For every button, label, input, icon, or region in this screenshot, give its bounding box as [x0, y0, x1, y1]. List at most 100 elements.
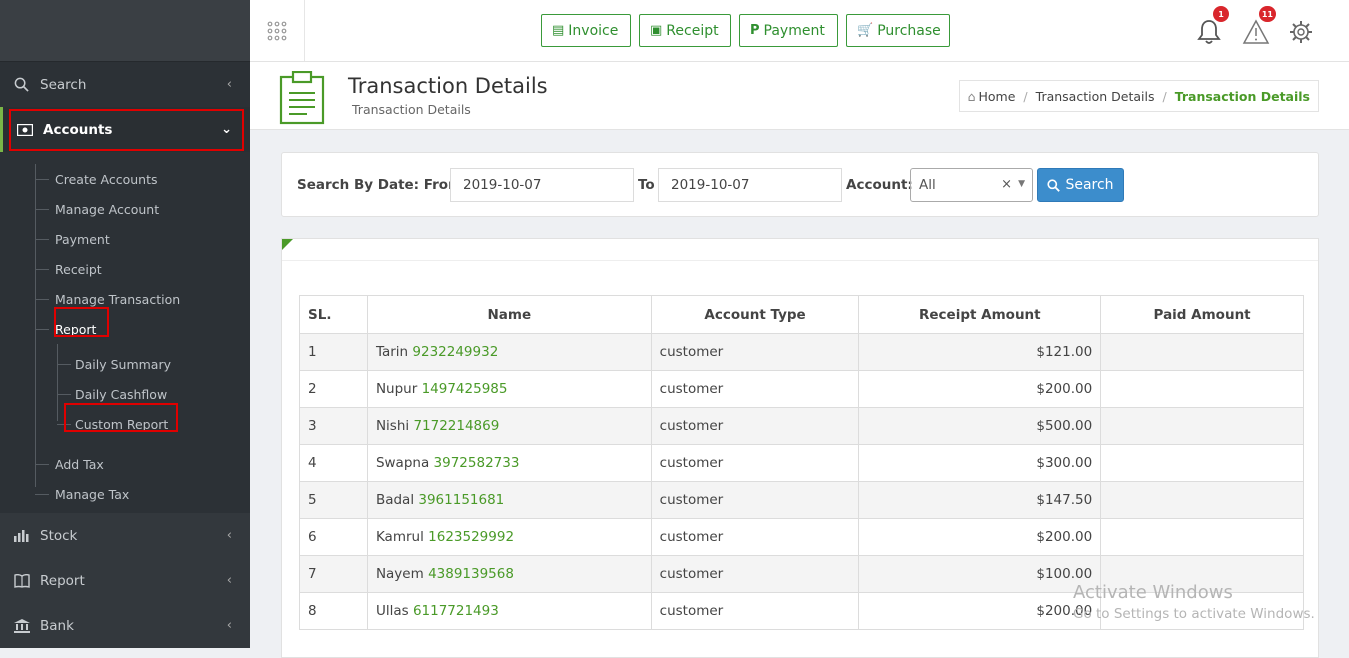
- cell-receipt-amount: $121.00: [858, 333, 1102, 371]
- cell-receipt-amount: $100.00: [858, 555, 1102, 593]
- gear-icon: [1290, 21, 1312, 43]
- cell-receipt-amount: $500.00: [858, 407, 1102, 445]
- alert-badge: 11: [1258, 6, 1276, 22]
- purchase-button[interactable]: 🛒 Purchase: [846, 14, 950, 47]
- clipboard-icon: [279, 70, 325, 129]
- sidebar-item-stock[interactable]: Stock ‹: [0, 513, 250, 558]
- sidebar-item-daily-summary[interactable]: Daily Summary: [0, 349, 250, 379]
- sidebar-item-create-accounts[interactable]: Create Accounts: [0, 164, 250, 194]
- cell-account-type: customer: [650, 407, 860, 445]
- receipt-button[interactable]: ▣ Receipt: [639, 14, 731, 47]
- cell-name: Tarin 9232249932: [366, 333, 652, 371]
- sidebar-item-manage-transaction[interactable]: Manage Transaction: [0, 284, 250, 314]
- notifications-button[interactable]: 1: [1191, 6, 1229, 50]
- chevron-left-icon: ‹: [226, 573, 232, 588]
- cell-paid-amount: [1100, 370, 1304, 408]
- customer-phone-link[interactable]: 7172214869: [413, 418, 499, 434]
- windows-activation-title: Activate Windows: [1073, 582, 1233, 603]
- clear-selection-icon[interactable]: ×: [1001, 177, 1012, 192]
- page-header: Transaction Details Transaction Details …: [250, 62, 1349, 130]
- sidebar-item-manage-tax[interactable]: Manage Tax: [0, 479, 250, 509]
- breadcrumb-home[interactable]: Home: [979, 89, 1016, 104]
- sidebar-item-report-main[interactable]: Report ‹: [0, 558, 250, 603]
- chevron-left-icon: ‹: [226, 528, 232, 543]
- accounts-submenu: Create Accounts Manage Account Payment R…: [0, 164, 250, 509]
- payment-label: Payment: [763, 22, 825, 39]
- sidebar-lower-menu: Stock ‹ Report ‹ Bank ‹: [0, 513, 250, 648]
- sidebar-item-stock-label: Stock: [40, 527, 78, 544]
- breadcrumb-transaction-details[interactable]: Transaction Details: [1036, 89, 1155, 104]
- highlight-box-accounts: [9, 109, 244, 151]
- top-bar: ▤ Invoice ▣ Receipt P Payment 🛒 Purchase 1 1…: [250, 0, 1349, 62]
- transactions-table: SL. Name Account Type Receipt Amount Pai…: [299, 295, 1304, 630]
- cell-sl: 3: [299, 407, 368, 445]
- cell-name: Ullas 6117721493: [366, 592, 652, 630]
- panel-corner-marker: [282, 239, 293, 250]
- breadcrumb: ⌂ Home / Transaction Details / Transacti…: [958, 80, 1319, 112]
- panel-divider: [282, 260, 1318, 261]
- customer-name: Badal: [375, 492, 415, 508]
- customer-name: Tarin: [375, 344, 409, 360]
- col-header-receipt-amount[interactable]: Receipt Amount: [858, 295, 1102, 334]
- col-header-paid-amount[interactable]: Paid Amount: [1100, 295, 1304, 334]
- customer-phone-link[interactable]: 4389139568: [428, 566, 514, 582]
- sidebar-item-add-tax[interactable]: Add Tax: [0, 449, 250, 479]
- apps-grid-icon[interactable]: [250, 0, 305, 61]
- chevron-left-icon: ‹: [226, 77, 232, 92]
- cell-name: Swapna 3972582733: [366, 444, 652, 482]
- search-icon: [14, 77, 32, 92]
- cell-receipt-amount: $200.00: [858, 518, 1102, 556]
- bell-icon: [1197, 20, 1221, 44]
- cell-name: Nishi 7172214869: [366, 407, 652, 445]
- customer-phone-link[interactable]: 1623529992: [428, 529, 514, 545]
- invoice-button[interactable]: ▤ Invoice: [541, 14, 631, 47]
- col-header-name[interactable]: Name: [366, 295, 652, 334]
- cell-receipt-amount: $147.50: [858, 481, 1102, 519]
- payment-button[interactable]: P Payment: [739, 14, 838, 47]
- search-button[interactable]: Search: [1037, 168, 1124, 202]
- settings-button[interactable]: [1283, 14, 1319, 50]
- customer-phone-link[interactable]: 6117721493: [413, 603, 499, 619]
- cell-sl: 7: [299, 555, 368, 593]
- customer-phone-link[interactable]: 1497425985: [422, 381, 508, 397]
- cell-paid-amount: [1100, 481, 1304, 519]
- search-icon: [1047, 178, 1061, 192]
- account-select[interactable]: All × ▼: [910, 168, 1033, 202]
- date-to-input[interactable]: 2019-10-07: [658, 168, 842, 202]
- sidebar-item-manage-account[interactable]: Manage Account: [0, 194, 250, 224]
- customer-name: Nupur: [375, 381, 418, 397]
- date-from-input[interactable]: 2019-10-07: [450, 168, 634, 202]
- customer-phone-link[interactable]: 3961151681: [418, 492, 504, 508]
- alerts-button[interactable]: 11: [1238, 6, 1276, 50]
- col-header-account-type[interactable]: Account Type: [650, 295, 860, 334]
- col-header-sl[interactable]: SL.: [299, 295, 368, 334]
- cell-receipt-amount: $300.00: [858, 444, 1102, 482]
- account-select-value: All: [919, 177, 936, 193]
- invoice-icon: ▤: [552, 23, 565, 38]
- sidebar-search[interactable]: Search ‹: [0, 62, 250, 107]
- purchase-label: Purchase: [877, 22, 941, 39]
- sidebar: Search ‹ Accounts ⌄ Create Accounts Mana…: [0, 0, 250, 648]
- bar-chart-icon: [14, 529, 32, 542]
- account-label: Account:: [846, 177, 913, 193]
- customer-name: Ullas: [375, 603, 409, 619]
- date-from-label: Search By Date: From: [297, 177, 463, 193]
- sidebar-item-report[interactable]: Report: [0, 314, 250, 344]
- sidebar-item-receipt[interactable]: Receipt: [0, 254, 250, 284]
- cell-sl: 5: [299, 481, 368, 519]
- cell-name: Nayem 4389139568: [366, 555, 652, 593]
- customer-name: Swapna: [375, 455, 430, 471]
- customer-phone-link[interactable]: 9232249932: [412, 344, 498, 360]
- sidebar-item-bank[interactable]: Bank ‹: [0, 603, 250, 648]
- money-icon: ▣: [650, 23, 663, 38]
- customer-phone-link[interactable]: 3972582733: [434, 455, 520, 471]
- highlight-box-custom-report: [64, 403, 178, 432]
- cell-receipt-amount: $200.00: [858, 370, 1102, 408]
- sidebar-item-payment[interactable]: Payment: [0, 224, 250, 254]
- cell-paid-amount: [1100, 333, 1304, 371]
- cell-sl: 4: [299, 444, 368, 482]
- table-row: 4 Swapna 3972582733 customer $300.00: [299, 444, 1304, 482]
- cell-sl: 2: [299, 370, 368, 408]
- cell-sl: 8: [299, 592, 368, 630]
